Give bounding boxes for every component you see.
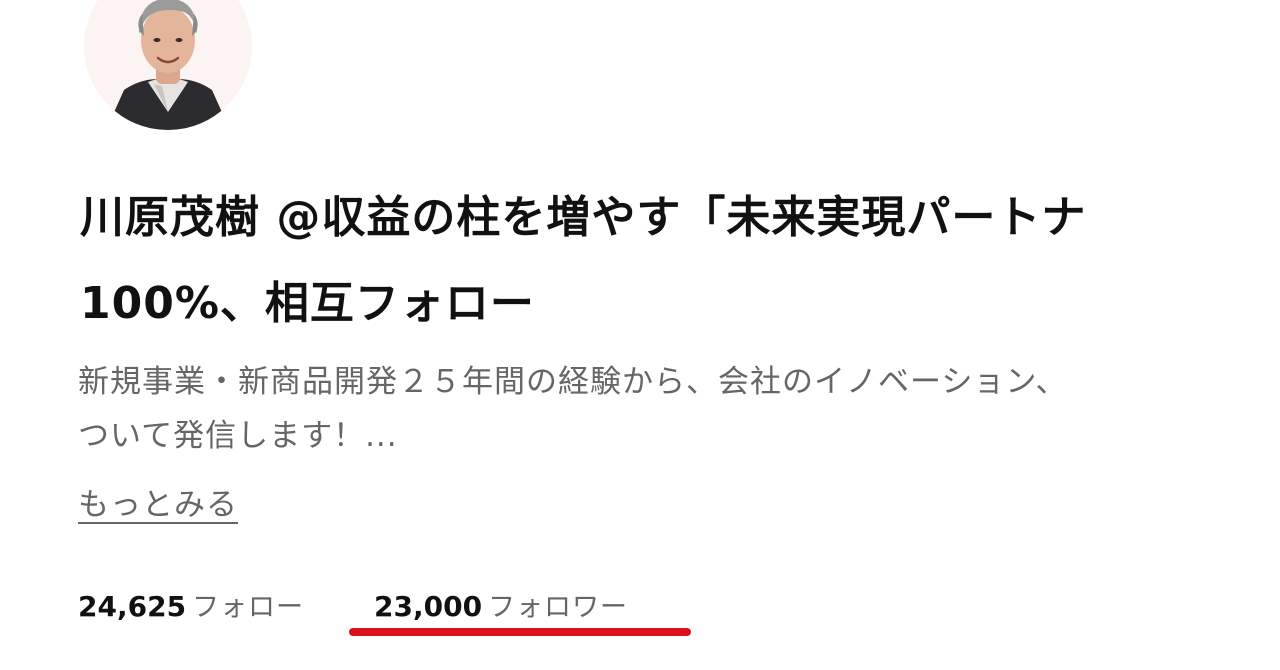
following-count-link[interactable]: 24,625 フォロー	[78, 590, 305, 623]
following-count: 24,625	[78, 590, 187, 623]
profile-bio-continued: ついて発信します！...	[78, 418, 398, 454]
profile-name: 川原茂樹 @収益の柱を増やす「未来実現パートナ	[80, 192, 1087, 243]
show-more-link[interactable]: もっとみる	[78, 490, 238, 521]
red-highlight-underline	[349, 628, 691, 636]
profile-avatar[interactable]	[84, 0, 252, 130]
following-label: フォロー	[192, 592, 305, 623]
profile-bio: 新規事業・新商品開発２５年間の経験から、会社のイノベーション、	[78, 364, 1068, 400]
follower-label: フォロワー	[488, 592, 629, 623]
follower-count-link[interactable]: 23,000 フォロワー	[374, 590, 629, 623]
avatar-photo-icon	[84, 0, 252, 130]
profile-name-continued: 100%、相互フォロー	[80, 278, 535, 329]
follower-count: 23,000	[374, 590, 483, 623]
